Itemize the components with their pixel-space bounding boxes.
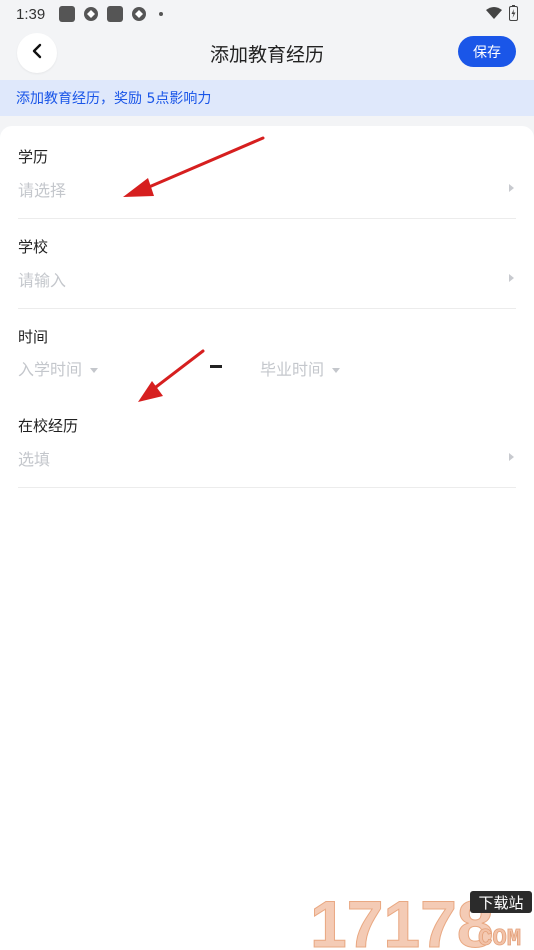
page-title: 添加教育经历: [209, 44, 324, 66]
watermark-number: 17178: [310, 887, 494, 950]
divider: [18, 487, 516, 488]
time-label: 时间: [18, 328, 49, 346]
notification-app-icon: [59, 6, 76, 22]
notification-sync-icon: [83, 6, 99, 22]
divider: [18, 308, 516, 309]
experience-input[interactable]: 选填: [18, 446, 516, 470]
notification-more-dot-icon: [159, 12, 164, 16]
watermark-tag: 下载站: [478, 894, 523, 912]
chevron-right-icon: [509, 274, 514, 282]
experience-field[interactable]: 在校经历 选填: [18, 415, 516, 470]
start-time-select[interactable]: 入学时间: [18, 360, 99, 379]
experience-label: 在校经历: [18, 417, 79, 435]
chevron-right-icon: [509, 184, 514, 192]
chevron-right-icon: [509, 453, 514, 461]
wifi-icon: [485, 6, 503, 24]
degree-select[interactable]: 请选择: [18, 177, 516, 201]
education-form: 学历 请选择 学校 请输入 时间 入学时间 毕业时间 在校经历 选填: [0, 126, 534, 950]
battery-icon: [509, 5, 518, 25]
site-watermark-logo: 17178 下载站 COM: [308, 885, 534, 950]
end-time-text: 毕业时间: [260, 360, 325, 379]
notification-sync-icon-2: [131, 6, 147, 22]
start-time-text: 入学时间: [18, 360, 83, 379]
degree-field[interactable]: 学历 请选择: [18, 146, 516, 201]
status-time: 1:39: [16, 5, 46, 23]
caret-down-icon: [90, 368, 99, 373]
time-range-dash: [210, 365, 222, 368]
school-label: 学校: [18, 238, 49, 256]
end-time-select[interactable]: 毕业时间: [260, 356, 341, 380]
time-range: 入学时间 毕业时间: [18, 356, 516, 380]
status-bar: 1:39: [0, 0, 534, 28]
time-field: 时间 入学时间 毕业时间: [18, 326, 516, 386]
caret-down-icon: [332, 368, 341, 373]
watermark-domain: COM: [478, 926, 521, 950]
divider: [18, 218, 516, 219]
reward-banner: 添加教育经历，奖励 5点影响力: [0, 80, 534, 116]
notification-app-icon-2: [107, 6, 124, 22]
school-input[interactable]: 请输入: [18, 267, 516, 291]
degree-label: 学历: [18, 148, 49, 166]
app-header: 添加教育经历 保存: [0, 28, 534, 80]
school-field[interactable]: 学校 请输入: [18, 236, 516, 291]
save-button[interactable]: 保存: [458, 36, 516, 67]
